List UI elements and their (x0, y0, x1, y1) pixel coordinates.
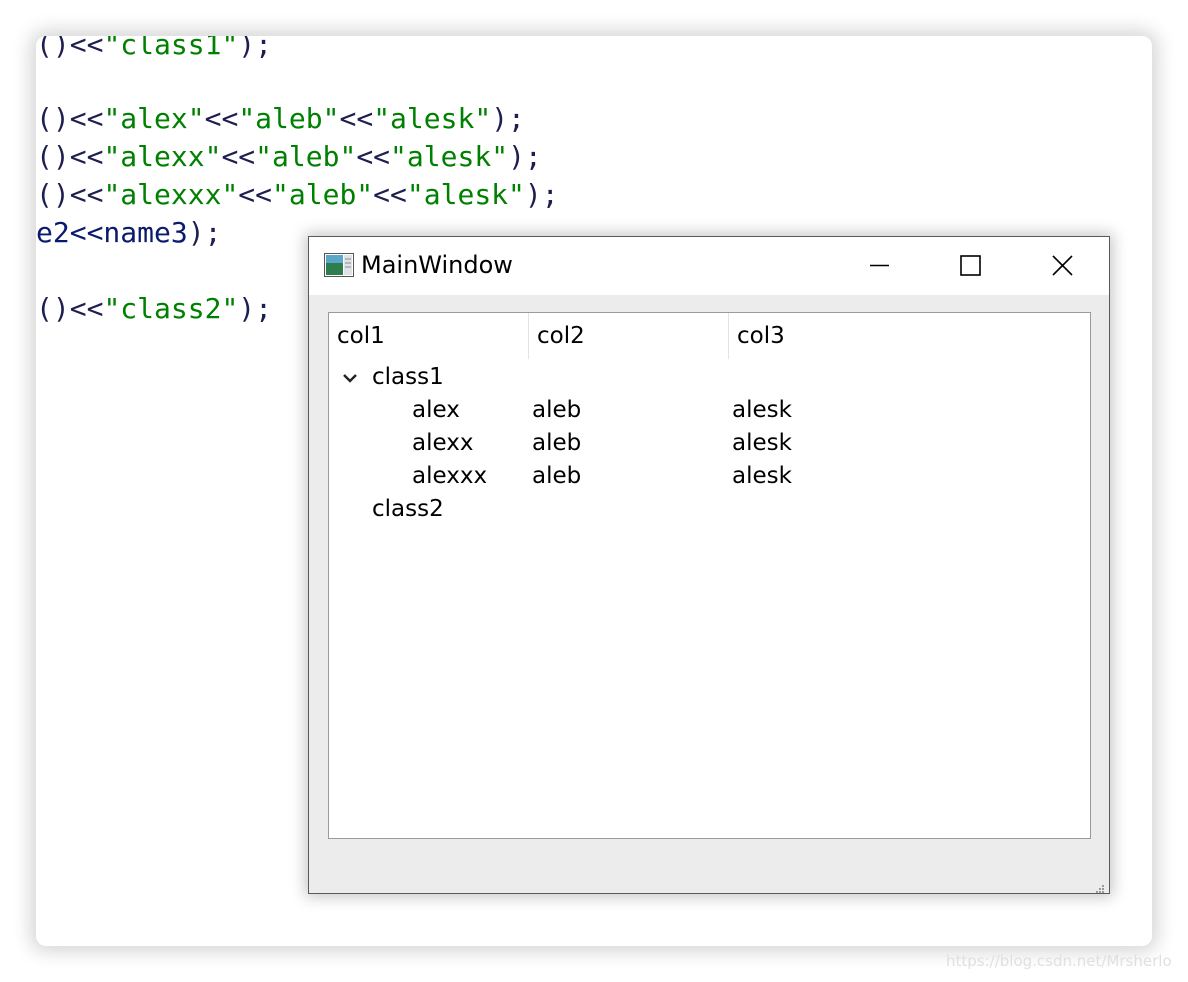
code-token: ()<< (36, 102, 104, 135)
code-token: ()<< (36, 36, 104, 61)
code-token: "aleb" (255, 140, 357, 173)
code-token: "alesk" (373, 102, 492, 135)
watermark: https://blog.csdn.net/Mrsherlo (946, 952, 1172, 970)
tree-widget[interactable]: col1 col2 col3 class1 alex aleb alesk al… (328, 312, 1091, 839)
code-token: << (204, 102, 239, 135)
code-token: e2<<name3 (36, 216, 188, 249)
tree-child-row[interactable]: alex aleb alesk (329, 394, 1090, 427)
code-line: ()<<"class2"); (36, 290, 272, 328)
code-token: << (373, 178, 407, 211)
code-token: "alexx" (103, 140, 222, 173)
code-token: ); (187, 216, 222, 249)
code-token: << (339, 102, 374, 135)
code-token: "aleb" (238, 102, 340, 135)
screenshot-canvas: ()<<"class1"); ()<<"alex"<<"aleb"<<"ales… (0, 0, 1188, 982)
size-grip-icon[interactable] (1095, 879, 1105, 893)
code-token: "alesk" (390, 140, 509, 173)
code-token: "class2" (103, 292, 239, 325)
code-line: ()<<"alex"<<"aleb"<<"alesk"); (36, 100, 525, 138)
cell-col3: alesk (732, 430, 792, 456)
code-token: ()<< (36, 292, 104, 325)
code-token: ()<< (36, 178, 104, 211)
code-token: ); (238, 36, 273, 61)
code-token: "alexxx" (103, 178, 239, 211)
title-bar[interactable]: MainWindow (309, 237, 1109, 295)
code-token: ); (238, 292, 273, 325)
code-line: ()<<"alexxx"<<"aleb"<<"alesk"); (36, 176, 559, 214)
tree-child-row[interactable]: alexxx aleb alesk (329, 460, 1090, 493)
code-token: << (221, 140, 256, 173)
code-line: ()<<"alexx"<<"aleb"<<"alesk"); (36, 138, 542, 176)
chevron-down-icon[interactable] (341, 369, 359, 387)
code-line: ()<<"class1"); (36, 36, 272, 64)
column-header-col2[interactable]: col2 (529, 313, 729, 359)
maximize-button[interactable] (923, 237, 1015, 295)
tree-item-class2[interactable]: class2 (329, 493, 1090, 526)
minimize-button[interactable] (833, 237, 925, 295)
code-token: "alesk" (406, 178, 525, 211)
code-token: "aleb" (272, 178, 374, 211)
cell-col1: alexx (412, 430, 474, 456)
client-area: col1 col2 col3 class1 alex aleb alesk al… (309, 295, 1109, 893)
tree-header: col1 col2 col3 (329, 313, 1090, 359)
code-token: "alex" (103, 102, 205, 135)
code-token: ()<< (36, 140, 104, 173)
code-line: e2<<name3); (36, 214, 221, 252)
code-token: "class1" (103, 36, 239, 61)
code-token: << (238, 178, 273, 211)
column-header-col1[interactable]: col1 (329, 313, 529, 359)
code-token: ); (491, 102, 525, 135)
tree-item-class1[interactable]: class1 (329, 361, 1090, 394)
cell-col3: alesk (732, 397, 792, 423)
code-token: << (356, 140, 391, 173)
main-window: MainWindow col1 col2 col3 class1 alex al… (308, 236, 1110, 894)
column-header-col3[interactable]: col3 (729, 313, 1090, 359)
tree-item-label: class2 (372, 496, 444, 522)
cell-col2: aleb (532, 463, 582, 489)
cell-col2: aleb (532, 397, 582, 423)
cell-col2: aleb (532, 430, 582, 456)
cell-col1: alex (412, 397, 460, 423)
window-title: MainWindow (361, 251, 513, 279)
tree-item-label: class1 (372, 364, 444, 390)
cell-col1: alexxx (412, 463, 488, 489)
tree-child-row[interactable]: alexx aleb alesk (329, 427, 1090, 460)
qt-app-icon (324, 253, 354, 277)
code-token: ); (508, 140, 542, 173)
cell-col3: alesk (732, 463, 792, 489)
code-token: ); (524, 178, 559, 211)
close-button[interactable] (1015, 237, 1107, 295)
